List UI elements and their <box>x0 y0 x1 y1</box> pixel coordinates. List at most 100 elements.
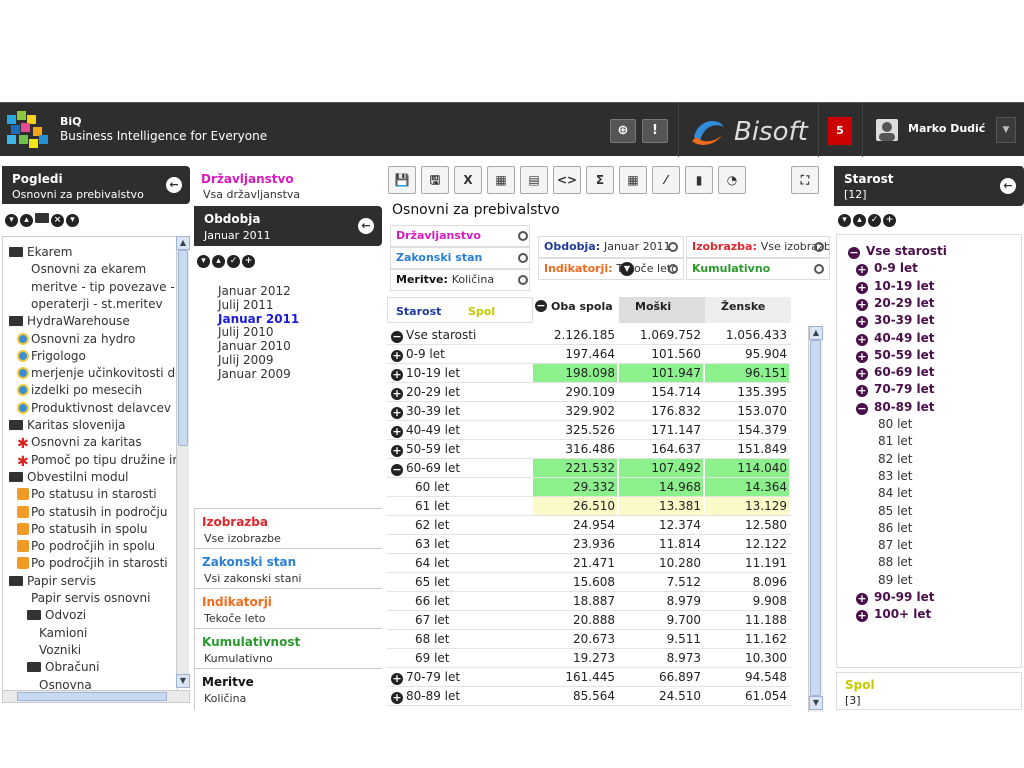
row-label[interactable]: 67 let <box>415 613 450 627</box>
expand-icon[interactable]: + <box>391 692 403 704</box>
code-icon[interactable]: <> <box>553 166 581 194</box>
table-cell[interactable]: 154.714 <box>619 383 703 401</box>
tree-item[interactable]: Po statusih in spolu <box>17 522 148 536</box>
row-label[interactable]: 69 let <box>415 651 450 665</box>
table-cell[interactable]: 66.897 <box>619 668 703 686</box>
table-cell[interactable]: 11.188 <box>705 611 789 629</box>
table-row[interactable]: +80-89 let 85.564 24.510 61.054 <box>387 687 791 706</box>
table-cell[interactable]: 290.109 <box>533 383 617 401</box>
expand-icon[interactable]: + <box>856 593 868 605</box>
table-cell[interactable]: 221.532 <box>533 459 617 477</box>
views-hscrollbar[interactable] <box>2 690 190 703</box>
age-item[interactable]: +50-59 let <box>856 348 935 363</box>
pivot-scrollbar[interactable]: ▲ ▼ <box>808 326 823 712</box>
grid-icon[interactable]: ▦ <box>619 166 647 194</box>
row-header-spol[interactable]: Spol <box>468 305 495 318</box>
age-item[interactable]: 86 let <box>878 521 913 535</box>
table-cell[interactable]: 8.979 <box>619 592 703 610</box>
row-label[interactable]: − Vse starosti <box>391 328 476 343</box>
row-label[interactable]: +0-9 let <box>391 347 445 362</box>
age-item[interactable]: +0-9 let <box>856 261 918 277</box>
tree-item[interactable]: Po področjih in starosti <box>17 556 168 570</box>
row-label[interactable]: 61 let <box>415 499 450 513</box>
collapse-icon[interactable]: − <box>391 331 403 343</box>
chevron-down-icon[interactable]: ▼ <box>620 262 634 276</box>
search-icon[interactable] <box>814 242 824 252</box>
fullscreen-icon[interactable]: ⛶ <box>791 166 819 194</box>
expand-icon[interactable]: + <box>391 388 403 400</box>
save-icon[interactable]: 💾 <box>388 166 416 194</box>
table-cell[interactable]: 9.511 <box>619 630 703 648</box>
scroll-thumb[interactable] <box>810 340 821 696</box>
table-row[interactable]: 60 let 29.332 14.968 14.364 <box>387 478 791 497</box>
table-layout-icon[interactable]: ▦ <box>487 166 515 194</box>
table-cell[interactable]: 1.069.752 <box>619 326 703 344</box>
search-icon[interactable] <box>814 264 824 274</box>
avatar[interactable] <box>876 119 898 141</box>
tree-item[interactable]: meritve - tip povezave - op <box>31 280 177 294</box>
scroll-thumb[interactable] <box>178 250 188 446</box>
tree-item[interactable]: operaterji - st.meritev <box>31 297 163 311</box>
table-cell[interactable]: 96.151 <box>705 364 789 382</box>
table-cell[interactable]: 12.580 <box>705 516 789 534</box>
period-item[interactable]: Julij 2011 <box>218 298 274 312</box>
hscroll-thumb[interactable] <box>17 692 167 701</box>
table-cell[interactable]: 24.510 <box>619 687 703 705</box>
scroll-down-icon[interactable]: ▼ <box>809 696 823 710</box>
row-label[interactable]: +50-59 let <box>391 442 460 457</box>
expand-icon[interactable]: + <box>856 281 868 294</box>
filter-kumulativno[interactable]: Kumulativno <box>686 258 830 280</box>
table-cell[interactable]: 18.887 <box>533 592 617 610</box>
dim-drzavljanstvo[interactable]: Državljanstvo Vsa državljanstva <box>194 166 382 206</box>
table-cell[interactable]: 14.364 <box>705 478 789 496</box>
age-item[interactable]: −80-89 let <box>856 400 935 415</box>
chevron-down-icon[interactable]: ▼ <box>996 117 1016 143</box>
tree-item[interactable]: Po statusu in starosti <box>17 487 157 501</box>
line-chart-icon[interactable]: ⁄ <box>652 166 680 194</box>
table-row[interactable]: +70-79 let 161.445 66.897 94.548 <box>387 668 791 687</box>
tree-item[interactable]: Produktivnost delavcev <box>17 401 171 415</box>
dim-kumulativnost[interactable]: Kumulativnost Kumulativno <box>194 628 382 668</box>
scroll-up-icon[interactable]: ▲ <box>176 236 190 250</box>
expand-icon[interactable]: + <box>856 264 868 277</box>
collapse-icon[interactable]: − <box>535 300 547 312</box>
period-item[interactable]: Januar 2010 <box>218 339 291 353</box>
expand-icon[interactable]: + <box>856 316 868 329</box>
row-label[interactable]: +10-19 let <box>391 366 460 381</box>
filter-zakonski[interactable]: Zakonski stan <box>390 247 530 269</box>
collapse-icon[interactable]: − <box>856 402 868 415</box>
table-cell[interactable]: 9.700 <box>619 611 703 629</box>
pie-chart-icon[interactable]: ◔ <box>718 166 746 194</box>
table-cell[interactable]: 26.510 <box>533 497 617 515</box>
age-item[interactable]: 82 let <box>878 452 913 466</box>
tree-item[interactable]: Kamioni <box>39 626 87 640</box>
bar-chart-icon[interactable]: ▮ <box>685 166 713 194</box>
table-cell[interactable]: 11.814 <box>619 535 703 553</box>
row-label[interactable]: 64 let <box>415 556 450 570</box>
age-item[interactable]: 85 let <box>878 504 913 518</box>
tree-item[interactable]: ✱ Osnovni za karitas <box>17 435 142 451</box>
table-row[interactable]: 66 let 18.887 8.979 9.908 <box>387 592 791 611</box>
table-row[interactable]: +30-39 let 329.902 176.832 153.070 <box>387 402 791 421</box>
period-item[interactable]: Januar 2012 <box>218 284 291 298</box>
table-cell[interactable]: 11.191 <box>705 554 789 572</box>
table-cell[interactable]: 164.637 <box>619 440 703 458</box>
table-cell[interactable]: 95.904 <box>705 345 789 363</box>
dim-indikatorji[interactable]: Indikatorji Tekoče leto <box>194 588 382 628</box>
table-row[interactable]: − Vse starosti 2.126.185 1.069.752 1.056.433 <box>387 326 791 345</box>
dim-meritve[interactable]: Meritve Količina <box>194 668 382 710</box>
tree-item[interactable]: Karitas slovenija <box>9 418 125 432</box>
age-item[interactable]: +100+ let <box>856 607 931 623</box>
row-label[interactable]: 65 let <box>415 575 450 589</box>
age-item[interactable]: − Vse starosti <box>848 244 947 259</box>
col-header-zenske[interactable]: Ženske <box>705 297 791 323</box>
sum-icon[interactable]: Σ <box>586 166 614 194</box>
expand-icon[interactable]: + <box>391 426 403 438</box>
table-cell[interactable]: 20.888 <box>533 611 617 629</box>
table-cell[interactable]: 171.147 <box>619 421 703 439</box>
age-item[interactable]: 80 let <box>878 417 913 431</box>
table-cell[interactable]: 8.096 <box>705 573 789 591</box>
table-cell[interactable]: 7.512 <box>619 573 703 591</box>
table-row[interactable]: +40-49 let 325.526 171.147 154.379 <box>387 421 791 440</box>
table-cell[interactable]: 153.070 <box>705 402 789 420</box>
